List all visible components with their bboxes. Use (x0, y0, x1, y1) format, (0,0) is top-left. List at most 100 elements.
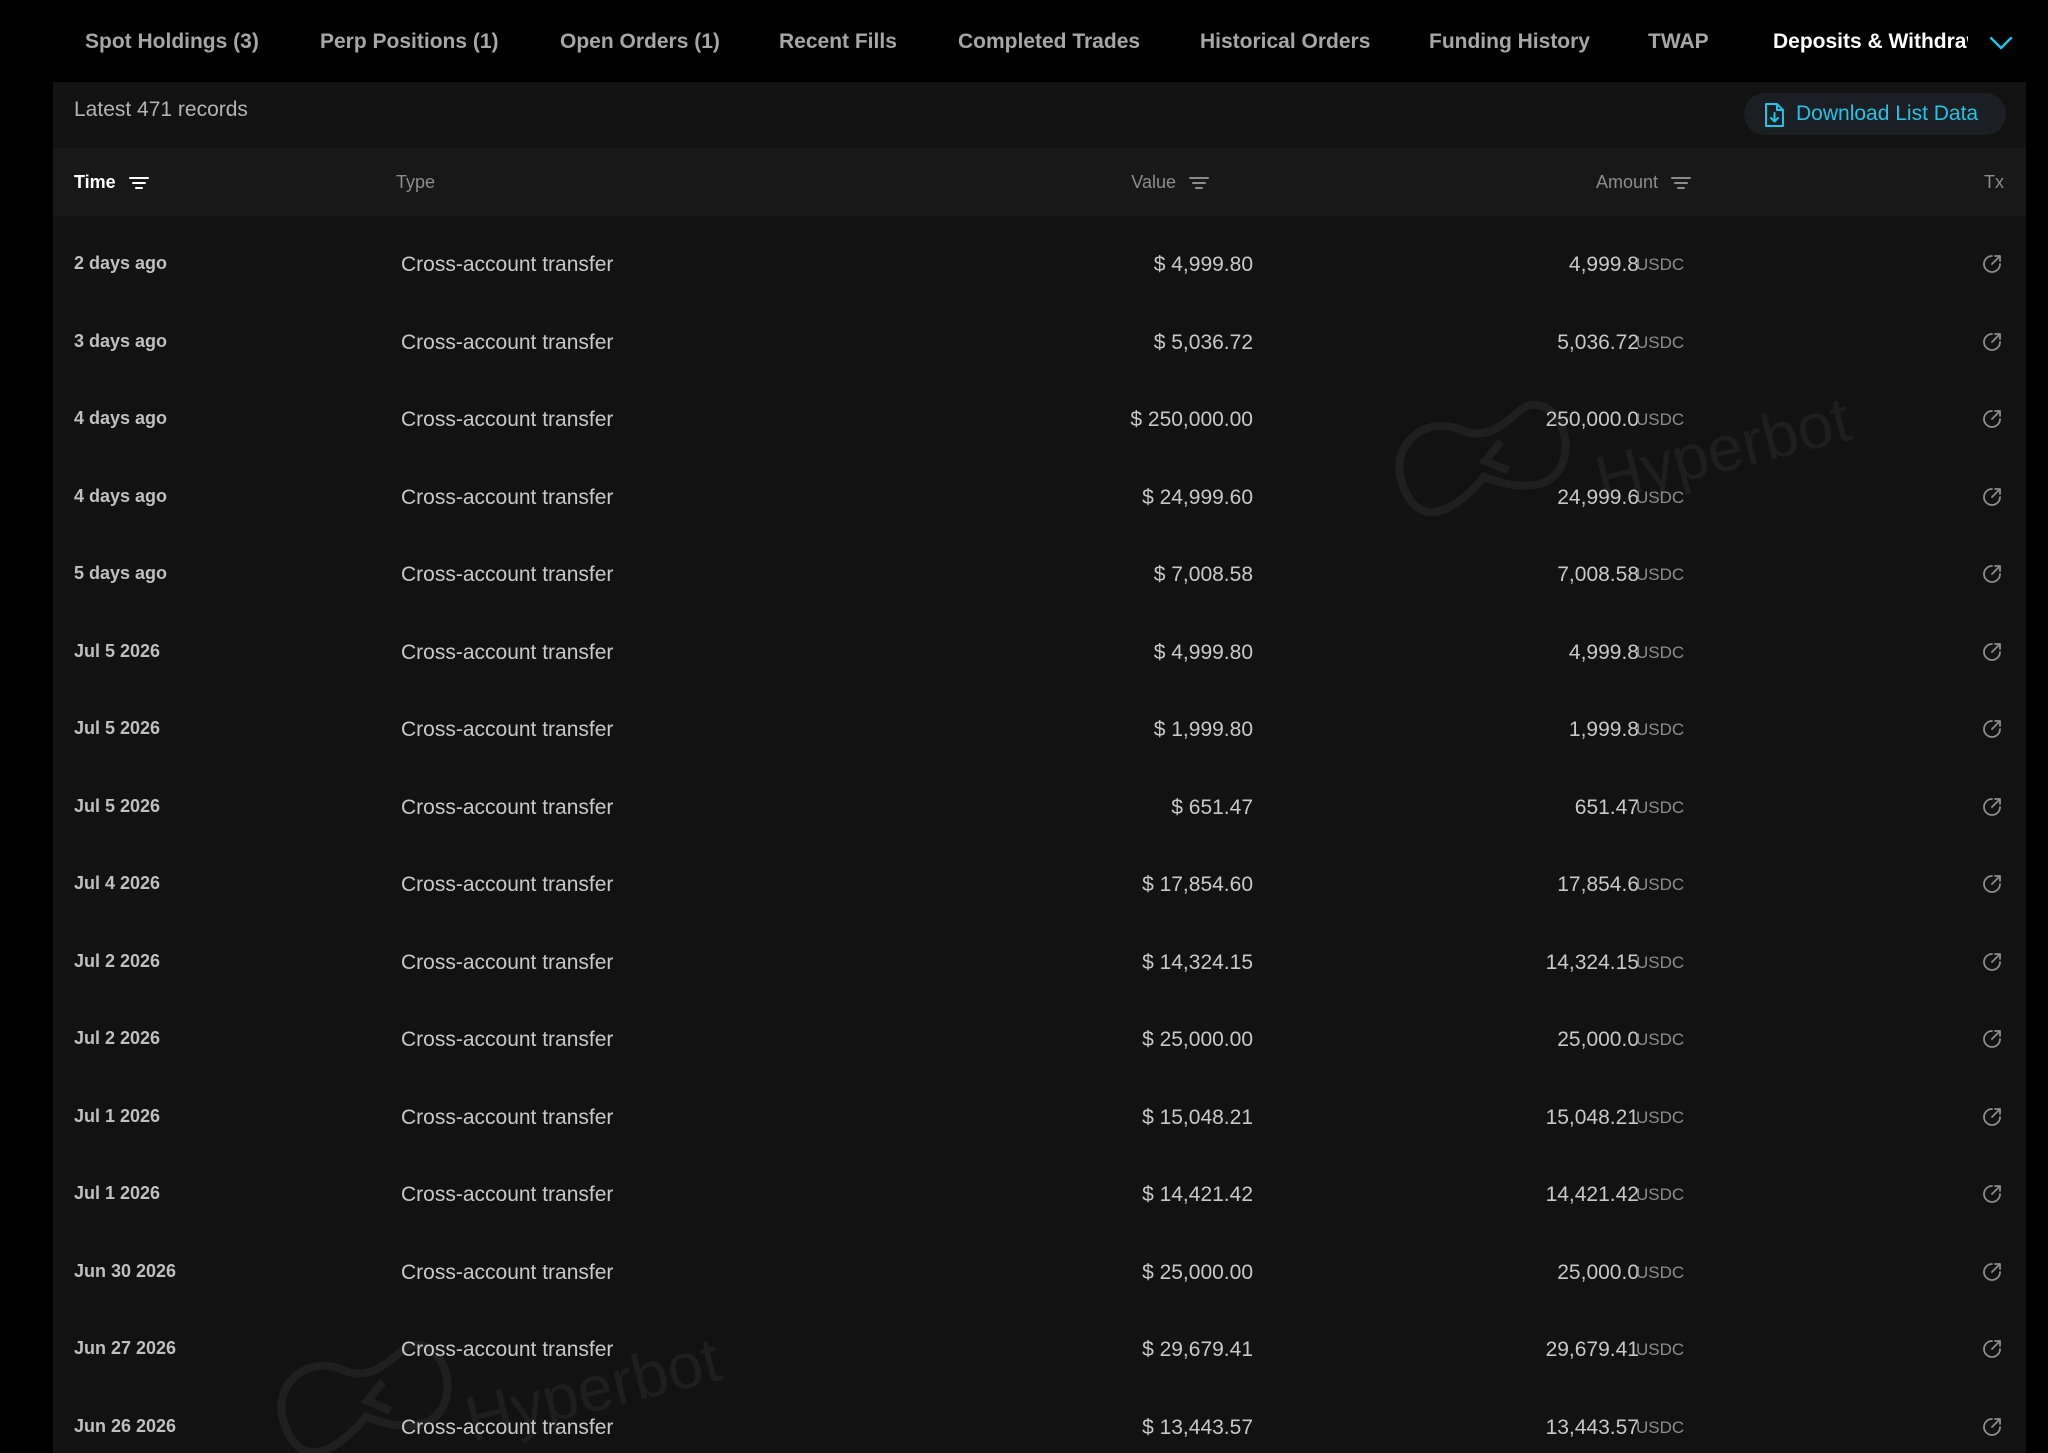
cell-value: $ 29,679.41 (1142, 1338, 1253, 1361)
tab-perp-positions[interactable]: Perp Positions (1) (320, 30, 499, 54)
table-row: Jul 5 2026 Cross-account transfer $ 1,99… (53, 691, 2026, 769)
external-link-icon[interactable] (1980, 330, 2004, 354)
cell-type: Cross-account transfer (401, 1415, 614, 1439)
cell-amount: 651.47 (1574, 795, 1639, 819)
cell-amount: 14,324.15 (1545, 950, 1639, 974)
cell-value: $ 4,999.80 (1153, 253, 1253, 276)
filter-icon[interactable] (1189, 175, 1209, 191)
table-row: 2 days ago Cross-account transfer $ 4,99… (53, 226, 2026, 304)
cell-value: $ 5,036.72 (1153, 330, 1253, 354)
external-link-icon[interactable] (1980, 1182, 2004, 1206)
cell-amount: 24,999.6 (1557, 485, 1639, 509)
external-link-icon[interactable] (1980, 562, 2004, 586)
cell-type: Cross-account transfer (401, 873, 614, 896)
column-header-amount[interactable]: Amount (1596, 172, 1691, 193)
cell-unit: USDC (1636, 1185, 1685, 1204)
column-header-value[interactable]: Value (1131, 172, 1209, 193)
cell-value: $ 24,999.60 (1142, 485, 1253, 509)
download-list-data-button[interactable]: Download List Data (1744, 93, 2006, 135)
column-header-time[interactable]: Time (74, 172, 149, 193)
cell-time: 2 days ago (74, 253, 168, 273)
tab-funding-history[interactable]: Funding History (1429, 30, 1590, 54)
cell-unit: USDC (1636, 1340, 1685, 1359)
table-row: Jul 1 2026 Cross-account transfer $ 14,4… (53, 1156, 2026, 1234)
cell-value: $ 250,000.00 (1130, 408, 1253, 431)
table-header: Time Type Value Amount Tx (53, 148, 2026, 216)
external-link-icon[interactable] (1980, 872, 2004, 896)
filter-icon[interactable] (128, 175, 149, 191)
table-row: 5 days ago Cross-account transfer $ 7,00… (53, 536, 2026, 614)
table-row: 4 days ago Cross-account transfer $ 250,… (53, 381, 2026, 459)
external-link-icon[interactable] (1980, 1337, 2004, 1361)
cell-time: Jul 4 2026 (74, 873, 161, 893)
tab-historical-orders[interactable]: Historical Orders (1200, 30, 1370, 54)
table-row: Jul 2 2026 Cross-account transfer $ 25,0… (53, 1001, 2026, 1079)
external-link-icon[interactable] (1980, 1105, 2004, 1129)
cell-time: Jul 5 2026 (74, 640, 161, 661)
tab-deposits-withdrawals[interactable]: Deposits & Withdrawals (1773, 30, 1968, 53)
external-link-icon[interactable] (1980, 252, 2004, 276)
cell-type: Cross-account transfer (401, 1183, 614, 1206)
external-link-icon[interactable] (1980, 1260, 2004, 1284)
tab-spot-holdings[interactable]: Spot Holdings (3) (85, 30, 259, 54)
cell-type: Cross-account transfer (401, 640, 614, 664)
external-link-icon[interactable] (1980, 485, 2004, 509)
cell-time: Jun 26 2026 (74, 1415, 177, 1436)
column-amount-label: Amount (1595, 172, 1658, 192)
cell-value: $ 25,000.00 (1142, 1028, 1253, 1051)
cell-unit: USDC (1636, 565, 1685, 584)
external-link-icon[interactable] (1980, 1415, 2004, 1439)
table-row: 4 days ago Cross-account transfer $ 24,9… (53, 459, 2026, 537)
table-row: Jul 2 2026 Cross-account transfer $ 14,3… (53, 924, 2026, 1002)
chevron-down-icon[interactable] (1988, 33, 2014, 53)
table-row: Jun 27 2026 Cross-account transfer $ 29,… (53, 1311, 2026, 1389)
cell-amount: 14,421.42 (1545, 1183, 1639, 1206)
cell-unit: USDC (1636, 952, 1685, 972)
cell-amount: 250,000.0 (1545, 408, 1639, 431)
external-link-icon[interactable] (1980, 950, 2004, 974)
cell-unit: USDC (1636, 1030, 1685, 1049)
table-body: 2 days ago Cross-account transfer $ 4,99… (53, 226, 2026, 1453)
table-row: Jul 5 2026 Cross-account transfer $ 651.… (53, 769, 2026, 847)
download-button-label: Download List Data (1796, 102, 1979, 125)
cell-unit: USDC (1636, 720, 1685, 739)
cell-value: $ 14,421.42 (1142, 1183, 1253, 1206)
tab-open-orders[interactable]: Open Orders (1) (560, 30, 720, 54)
cell-type: Cross-account transfer (401, 485, 614, 509)
filter-icon[interactable] (1671, 175, 1691, 191)
table-row: Jul 5 2026 Cross-account transfer $ 4,99… (53, 614, 2026, 692)
table-row: Jun 26 2026 Cross-account transfer $ 13,… (53, 1389, 2026, 1453)
page: Spot Holdings (3) Perp Positions (1) Ope… (0, 0, 2048, 1453)
cell-type: Cross-account transfer (401, 563, 614, 586)
cell-value: $ 14,324.15 (1142, 950, 1253, 974)
external-link-icon[interactable] (1980, 407, 2004, 431)
external-link-icon[interactable] (1980, 795, 2004, 819)
cell-unit: USDC (1636, 1417, 1685, 1437)
cell-time: 3 days ago (74, 330, 168, 351)
cell-value: $ 17,854.60 (1142, 873, 1253, 896)
cell-unit: USDC (1636, 255, 1685, 274)
download-file-icon (1760, 101, 1788, 129)
cell-time: Jun 30 2026 (74, 1260, 177, 1281)
cell-time: 4 days ago (74, 408, 168, 428)
cell-amount: 29,679.41 (1545, 1338, 1639, 1361)
cell-value: $ 13,443.57 (1142, 1415, 1253, 1439)
cell-unit: USDC (1636, 487, 1685, 507)
cell-unit: USDC (1636, 410, 1685, 429)
cell-time: Jul 5 2026 (74, 795, 161, 816)
tab-twap[interactable]: TWAP (1648, 30, 1709, 54)
cell-value: $ 651.47 (1171, 795, 1253, 819)
cell-type: Cross-account transfer (401, 718, 614, 741)
cell-type: Cross-account transfer (401, 1338, 614, 1361)
cell-unit: USDC (1636, 797, 1685, 817)
cell-type: Cross-account transfer (401, 1028, 614, 1051)
tab-recent-fills[interactable]: Recent Fills (779, 30, 897, 54)
cell-value: $ 4,999.80 (1153, 640, 1253, 664)
cell-time: Jul 2 2026 (74, 950, 161, 971)
cell-amount: 15,048.21 (1545, 1105, 1639, 1129)
tab-completed-trades[interactable]: Completed Trades (958, 30, 1140, 54)
cell-type: Cross-account transfer (401, 1260, 614, 1284)
external-link-icon[interactable] (1980, 1027, 2004, 1051)
external-link-icon[interactable] (1980, 717, 2004, 741)
external-link-icon[interactable] (1980, 640, 2004, 664)
